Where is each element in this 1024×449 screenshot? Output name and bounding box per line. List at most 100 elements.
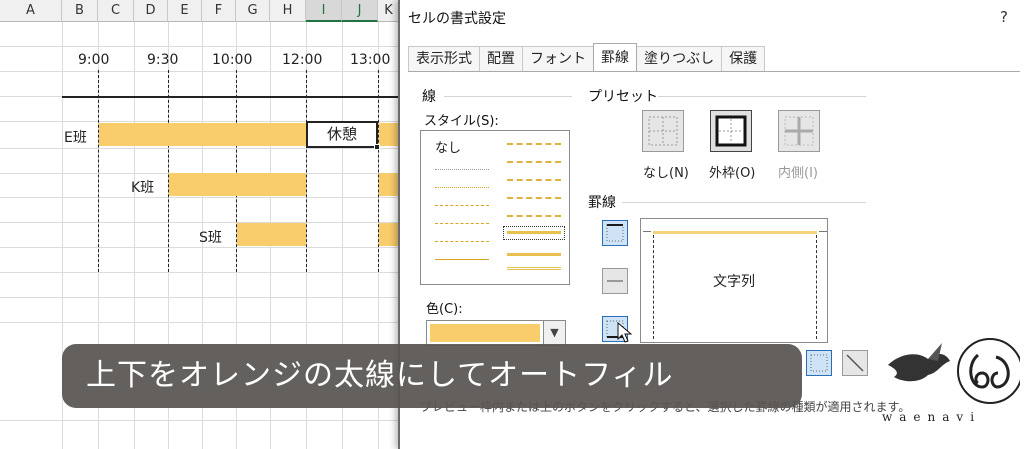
thick-line-sample (507, 231, 561, 234)
line-style-option[interactable] (507, 215, 561, 217)
grid-line (0, 46, 400, 47)
preset-none-button[interactable] (642, 110, 684, 152)
section-divider (622, 202, 866, 203)
grid-line (0, 297, 400, 298)
line-style-option[interactable] (435, 187, 489, 188)
preset-outline-icon (715, 115, 747, 147)
preview-text: 文字列 (713, 274, 755, 290)
line-style-option[interactable] (435, 205, 489, 206)
column-header-g[interactable]: G (236, 0, 270, 22)
preset-section-title: プリセット (588, 89, 658, 105)
tab-divider (408, 71, 1020, 72)
time-label: 13:00 (350, 52, 391, 68)
border-diagonal-icon (810, 354, 828, 372)
border-diagonal-down-button[interactable] (842, 350, 868, 376)
tab-number[interactable]: 表示形式 (408, 46, 480, 71)
dialog-tabs: 表示形式 配置 フォント 罫線 塗りつぶし 保護 (408, 43, 766, 71)
time-marker (98, 70, 99, 272)
schedule-bar (379, 223, 400, 246)
preset-none-icon (648, 116, 678, 146)
time-marker (168, 70, 169, 272)
rest-cell-text: 休憩 (326, 125, 357, 143)
column-header-d[interactable]: D (134, 0, 168, 22)
border-preview[interactable]: 文字列 (640, 218, 828, 343)
line-style-option[interactable] (435, 259, 489, 260)
line-style-option[interactable] (507, 179, 561, 181)
preset-none-label: なし(N) (643, 166, 689, 181)
line-style-none[interactable]: なし (435, 137, 461, 156)
section-divider (658, 96, 866, 97)
time-label: 9:30 (147, 52, 179, 68)
dialog-title: セルの書式設定 (408, 11, 506, 27)
tab-fill[interactable]: 塗りつぶし (636, 46, 723, 71)
border-diagonal-button[interactable] (806, 350, 832, 376)
schedule-bar (99, 123, 306, 146)
grid-line (0, 197, 400, 198)
preview-top-border (653, 231, 817, 234)
column-header-a[interactable]: A (0, 0, 62, 22)
group-label: S班 (199, 230, 222, 246)
schedule-bar (379, 173, 400, 196)
time-label: 9:00 (78, 52, 110, 68)
diagonal-down-icon (846, 354, 864, 372)
tab-protection[interactable]: 保護 (721, 46, 766, 71)
preview-corner-mark (819, 231, 827, 232)
section-divider (444, 96, 572, 97)
grid-line (0, 247, 400, 248)
column-header-k[interactable]: K (378, 0, 400, 22)
time-label: 12:00 (282, 52, 323, 68)
preset-inside-label: 内側(I) (778, 166, 818, 181)
fill-handle[interactable] (374, 144, 380, 150)
preset-inside-icon (784, 116, 814, 146)
color-picker[interactable]: ▼ (426, 320, 566, 346)
column-header-j[interactable]: J (342, 0, 378, 22)
column-header-h[interactable]: H (270, 0, 306, 22)
border-middle-icon (607, 280, 623, 282)
tab-font[interactable]: フォント (522, 46, 594, 71)
time-marker (306, 70, 307, 272)
column-header-i[interactable]: I (306, 0, 342, 22)
color-swatch (430, 324, 540, 342)
line-style-option[interactable] (435, 223, 489, 224)
line-style-option[interactable] (507, 143, 561, 145)
line-section-title: 線 (422, 89, 436, 105)
schedule-bar (379, 123, 400, 146)
line-style-option[interactable] (507, 253, 561, 256)
grid-line (0, 420, 400, 421)
chevron-down-icon[interactable]: ▼ (543, 321, 565, 345)
preview-corner-mark (643, 231, 651, 232)
tab-border[interactable]: 罫線 (593, 43, 637, 71)
column-header-e[interactable]: E (168, 0, 202, 22)
preset-outline-label: 外枠(O) (709, 166, 756, 181)
selected-line-style[interactable] (503, 226, 565, 240)
grid-line (0, 322, 400, 323)
preset-inside-button[interactable] (778, 110, 820, 152)
tab-alignment[interactable]: 配置 (479, 46, 523, 71)
line-style-option[interactable] (507, 197, 561, 199)
line-style-option[interactable] (507, 267, 561, 270)
grid-line (0, 272, 400, 273)
column-header-b[interactable]: B (62, 0, 98, 22)
video-caption: 上下をオレンジの太線にしてオートフィル (62, 344, 802, 408)
color-label: 色(C): (426, 302, 463, 317)
grid-line (0, 148, 400, 149)
column-header-f[interactable]: F (202, 0, 236, 22)
header-rule (62, 96, 400, 98)
border-top-button[interactable] (602, 220, 628, 246)
column-header-c[interactable]: C (98, 0, 134, 22)
line-style-option[interactable] (435, 241, 489, 242)
logo-text: waenavi (882, 410, 982, 424)
preset-outline-button[interactable] (710, 110, 752, 152)
style-label: スタイル(S): (424, 114, 499, 129)
selected-cell-rest[interactable]: 休憩 (306, 121, 380, 150)
line-style-option[interactable] (435, 169, 489, 170)
border-top-icon (606, 224, 624, 242)
schedule-bar (237, 223, 306, 246)
border-middle-button[interactable] (602, 268, 628, 294)
help-button[interactable]: ? (1000, 8, 1008, 26)
line-style-list[interactable]: なし (420, 130, 570, 285)
line-style-option[interactable] (507, 161, 561, 163)
group-label: K班 (131, 180, 155, 196)
grid-line (0, 71, 400, 72)
grid-line (0, 222, 400, 223)
